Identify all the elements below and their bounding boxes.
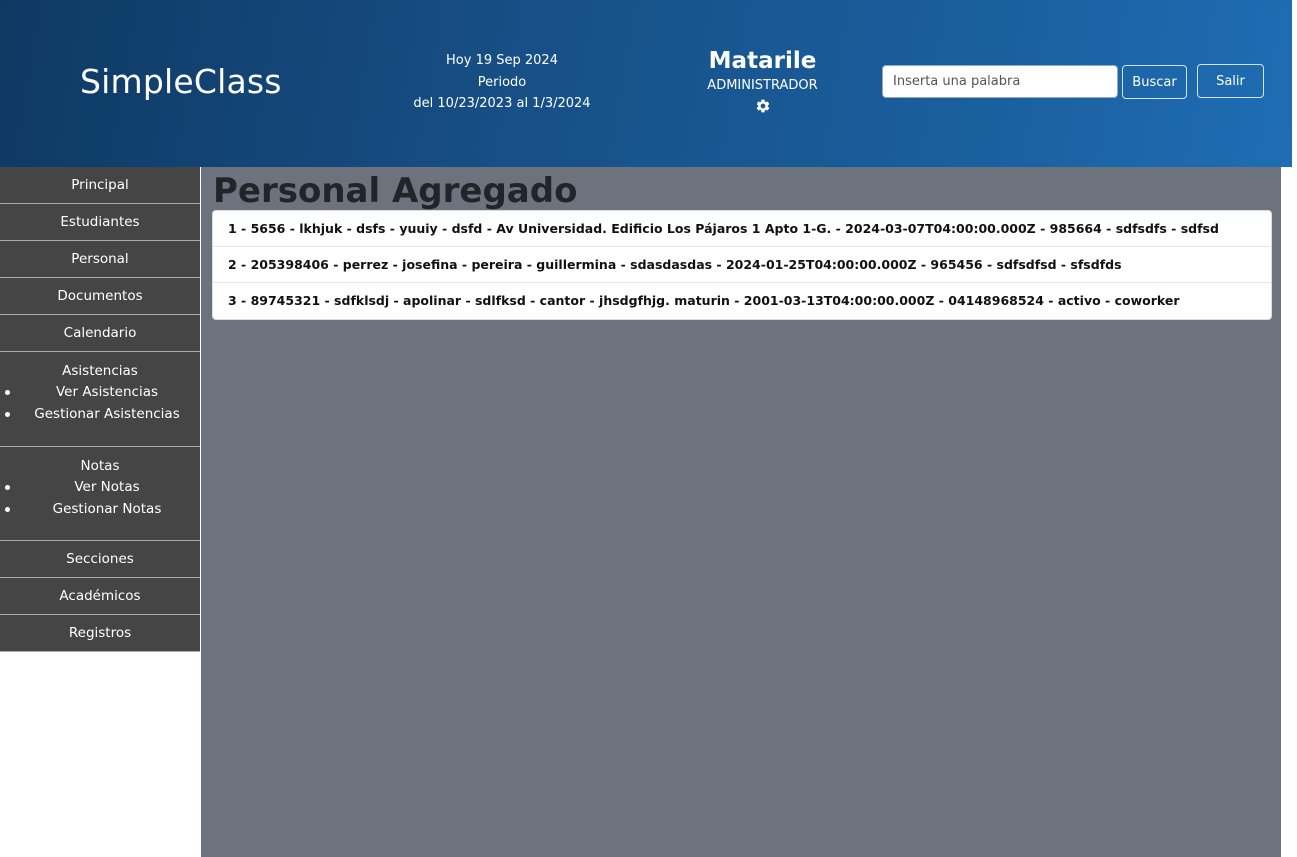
bullet-icon	[5, 506, 10, 512]
top-header: SimpleClass Hoy 19 Sep 2024 Periodo del …	[0, 0, 1292, 167]
period-label: Periodo	[477, 74, 527, 90]
subitem-label: Ver Notas	[74, 479, 140, 495]
gear-icon[interactable]	[755, 98, 771, 114]
bullet-icon	[5, 390, 10, 395]
user-info: Matarile ADMINISTRADOR	[690, 46, 835, 114]
user-role: ADMINISTRADOR	[707, 78, 818, 93]
sidebar-item-secciones[interactable]: Secciones	[0, 541, 200, 578]
asistencias-submenu: Ver Asistencias Gestionar Asistencias	[0, 382, 200, 425]
subitem-label: Gestionar Asistencias	[34, 405, 180, 422]
page-title: Personal Agregado	[213, 171, 578, 211]
sidebar-subitem-gestionar-notas[interactable]: Gestionar Notas	[0, 499, 200, 521]
bullet-icon	[5, 411, 10, 417]
personal-list: 1 - 5656 - lkhjuk - dsfs - yuuiy - dsfd …	[212, 210, 1272, 320]
current-date: Hoy 19 Sep 2024	[446, 53, 558, 68]
sidebar-group-notas: Notas Ver Notas Gestionar Notas	[0, 447, 200, 541]
subitem-label: Ver Asistencias	[55, 384, 159, 400]
date-period-info: Hoy 19 Sep 2024 Periodo del 10/23/2023 a…	[396, 50, 608, 115]
brand-logo-text[interactable]: SimpleClass	[80, 62, 282, 101]
list-item[interactable]: 3 - 89745321 - sdfklsdj - apolinar - sdl…	[213, 283, 1271, 319]
sidebar-item-calendario[interactable]: Calendario	[0, 315, 200, 352]
sidebar-item-asistencias[interactable]: Asistencias	[0, 352, 200, 382]
period-range: del 10/23/2023 al 1/3/2024	[413, 96, 591, 111]
list-item[interactable]: 1 - 5656 - lkhjuk - dsfs - yuuiy - dsfd …	[213, 211, 1271, 247]
subitem-label: Gestionar Notas	[52, 500, 162, 517]
main-content: Personal Agregado 1 - 5656 - lkhjuk - ds…	[201, 167, 1281, 857]
search-button[interactable]: Buscar	[1122, 65, 1187, 99]
notas-submenu: Ver Notas Gestionar Notas	[0, 477, 200, 520]
bullet-icon	[5, 485, 10, 490]
sidebar-item-documentos[interactable]: Documentos	[0, 278, 200, 315]
logout-button[interactable]: Salir	[1197, 64, 1264, 98]
sidebar-subitem-ver-notas[interactable]: Ver Notas	[0, 477, 200, 499]
sidebar-item-personal[interactable]: Personal	[0, 241, 200, 278]
search-input[interactable]	[882, 65, 1118, 98]
sidebar-subitem-ver-asistencias[interactable]: Ver Asistencias	[0, 382, 200, 404]
user-name: Matarile	[708, 48, 817, 74]
sidebar-group-asistencias: Asistencias Ver Asistencias Gestionar As…	[0, 352, 200, 447]
sidebar-item-estudiantes[interactable]: Estudiantes	[0, 204, 200, 241]
sidebar-subitem-gestionar-asistencias[interactable]: Gestionar Asistencias	[0, 404, 200, 426]
sidebar-item-academicos[interactable]: Académicos	[0, 578, 200, 615]
sidebar-nav: Principal Estudiantes Personal Documento…	[0, 167, 200, 652]
sidebar-item-registros[interactable]: Registros	[0, 615, 200, 652]
right-edge-strip	[1281, 167, 1297, 857]
sidebar-item-principal[interactable]: Principal	[0, 167, 200, 204]
sidebar-item-notas[interactable]: Notas	[0, 447, 200, 477]
list-item[interactable]: 2 - 205398406 - perrez - josefina - pere…	[213, 247, 1271, 283]
